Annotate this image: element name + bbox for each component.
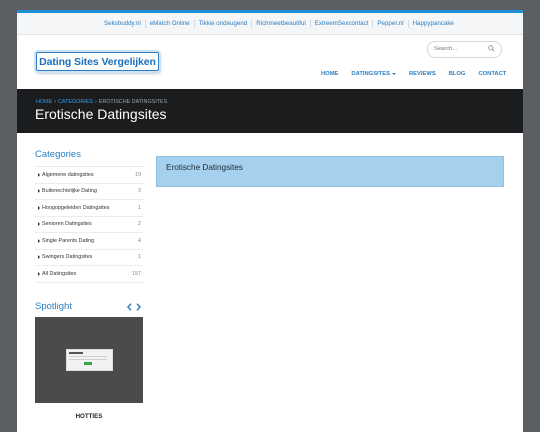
- page-title-banner: HOME › CATEGORIES › EROTISCHE DATINGSITES Er…: [17, 89, 523, 133]
- category-label: Single Parents Dating: [38, 238, 94, 244]
- sidebar-categories: Categories Algemene datingsites 19 Buiten…: [35, 149, 143, 283]
- category-item-single-parents[interactable]: Single Parents Dating 4: [35, 233, 143, 250]
- caret-right-icon: [38, 222, 40, 227]
- caret-right-icon: [38, 271, 40, 276]
- site-header: Dating Sites Vergelijken HOME DATINGSITE…: [17, 35, 523, 97]
- category-count: 3: [138, 188, 141, 195]
- breadcrumb-current: EROTISCHE DATINGSITES: [98, 99, 168, 105]
- partner-link-pepper[interactable]: Pepper.nl: [373, 19, 409, 28]
- category-item-senioren[interactable]: Senioren Datingsites 2: [35, 217, 143, 233]
- search-icon[interactable]: [488, 45, 495, 52]
- main-nav: HOME DATINGSITES REVIEWS BLOG CONTACT: [321, 68, 519, 80]
- caret-right-icon: [38, 255, 40, 260]
- site-logo[interactable]: Dating Sites Vergelijken: [36, 52, 159, 71]
- category-name: Hoogopgeleiden Datingsites: [42, 204, 110, 211]
- category-notice: Erotische Datingsites: [156, 156, 504, 187]
- categories-heading: Categories: [35, 149, 81, 160]
- category-count: 19: [135, 171, 141, 178]
- category-label: Algemene datingsites: [38, 172, 94, 178]
- nav-home[interactable]: HOME: [321, 71, 338, 77]
- caret-right-icon: [38, 172, 40, 177]
- category-item-buitenechtelijke[interactable]: Buitenechtelijke Dating 3: [35, 184, 143, 200]
- spotlight-widget: Spotlight HOTTIES: [35, 301, 143, 432]
- category-label: Swingers Datingsites: [38, 254, 92, 260]
- partner-link-extreemsexcontact[interactable]: ExtreemSexcontact: [311, 19, 374, 28]
- category-item-hoogopgeleiden[interactable]: Hoogopgeleiden Datingsites 1: [35, 200, 143, 217]
- category-name: Swingers Datingsites: [42, 254, 93, 261]
- star-filled-icon[interactable]: [69, 427, 77, 432]
- spotlight-thumbnail[interactable]: [35, 317, 143, 403]
- chevron-right-icon: [136, 303, 141, 311]
- partner-links: Seksbuddy.nl eMatch Online Tikkie ondeug…: [100, 13, 458, 34]
- chevron-left-icon: [127, 303, 132, 311]
- screenshot-button: [84, 362, 92, 365]
- category-name: Senioren Datingsites: [42, 221, 92, 228]
- category-item-swingers[interactable]: Swingers Datingsites 1: [35, 250, 143, 266]
- page: Seksbuddy.nl eMatch Online Tikkie ondeug…: [17, 10, 523, 432]
- partner-link-seksbuddy[interactable]: Seksbuddy.nl: [100, 19, 146, 28]
- caret-right-icon: [38, 205, 40, 210]
- partner-links-bar: Seksbuddy.nl eMatch Online Tikkie ondeug…: [17, 13, 523, 35]
- category-count: 2: [138, 221, 141, 228]
- site-screenshot: [66, 349, 113, 371]
- star-empty-icon[interactable]: [87, 427, 95, 432]
- nav-reviews-label: REVIEWS: [408, 71, 436, 77]
- spotlight-prev-button[interactable]: [125, 302, 134, 312]
- nav-blog[interactable]: BLOG: [449, 71, 466, 77]
- breadcrumb: HOME › CATEGORIES › EROTISCHE DATINGSITES: [36, 99, 167, 105]
- category-count: 4: [138, 237, 141, 244]
- partner-link-tikkie[interactable]: Tikkie ondeugend: [195, 19, 253, 28]
- nav-datingsites-label: DATINGSITES: [351, 71, 390, 77]
- caret-right-icon: [38, 189, 40, 194]
- category-label: All Datingsites: [38, 271, 76, 277]
- screenshot-heading: [69, 352, 83, 354]
- category-notice-text: Erotische Datingsites: [166, 163, 243, 172]
- category-item-all[interactable]: All Datingsites 157: [35, 266, 143, 283]
- screenshot-line: [69, 356, 107, 357]
- nav-blog-label: BLOG: [448, 71, 466, 77]
- partner-link-richmeetbeautiful[interactable]: Richmeetbeautiful: [252, 19, 311, 28]
- star-empty-icon[interactable]: [105, 427, 113, 432]
- star-empty-icon[interactable]: [96, 427, 104, 432]
- star-empty-icon[interactable]: [78, 427, 86, 432]
- breadcrumb-separator: ›: [54, 99, 56, 105]
- category-count: 157: [132, 270, 141, 277]
- nav-reviews[interactable]: REVIEWS: [409, 71, 436, 77]
- spotlight-arrows: [125, 302, 143, 312]
- spotlight-next-button[interactable]: [134, 302, 143, 312]
- nav-home-label: HOME: [321, 71, 339, 77]
- nav-contact-label: CONTACT: [478, 71, 507, 77]
- star-rating: [69, 427, 114, 432]
- spotlight-item-label[interactable]: HOTTIES: [35, 413, 143, 420]
- category-name: Single Parents Dating: [42, 237, 95, 244]
- breadcrumb-separator: ›: [94, 99, 97, 105]
- category-list: Algemene datingsites 19 Buitenechtelijke …: [35, 166, 143, 283]
- category-label: Senioren Datingsites: [38, 221, 92, 227]
- breadcrumb-categories[interactable]: CATEGORIES: [58, 99, 93, 105]
- category-name: All Datingsites: [42, 270, 77, 277]
- screenshot-line: [69, 359, 107, 360]
- caret-right-icon: [38, 238, 40, 243]
- nav-contact[interactable]: CONTACT: [478, 71, 506, 77]
- site-logo-text: Dating Sites Vergelijken: [39, 55, 156, 68]
- search-input[interactable]: [434, 44, 484, 54]
- category-name: Buitenechtelijke Dating: [42, 188, 97, 195]
- nav-datingsites[interactable]: DATINGSITES: [351, 71, 396, 77]
- category-label: Buitenechtelijke Dating: [38, 188, 97, 194]
- category-name: Algemene datingsites: [42, 171, 94, 178]
- breadcrumb-home[interactable]: HOME: [36, 99, 52, 105]
- category-count: 1: [138, 204, 141, 211]
- partner-link-ematch[interactable]: eMatch Online: [146, 19, 195, 28]
- partner-link-happypancake[interactable]: Happypancake: [409, 20, 458, 28]
- category-item-algemene[interactable]: Algemene datingsites 19: [35, 167, 143, 184]
- page-title: Erotische Datingsites: [35, 106, 167, 122]
- chevron-down-icon: [391, 73, 396, 75]
- category-label: Hoogopgeleiden Datingsites: [38, 205, 109, 211]
- category-count: 1: [138, 254, 141, 261]
- search-box: [427, 41, 502, 58]
